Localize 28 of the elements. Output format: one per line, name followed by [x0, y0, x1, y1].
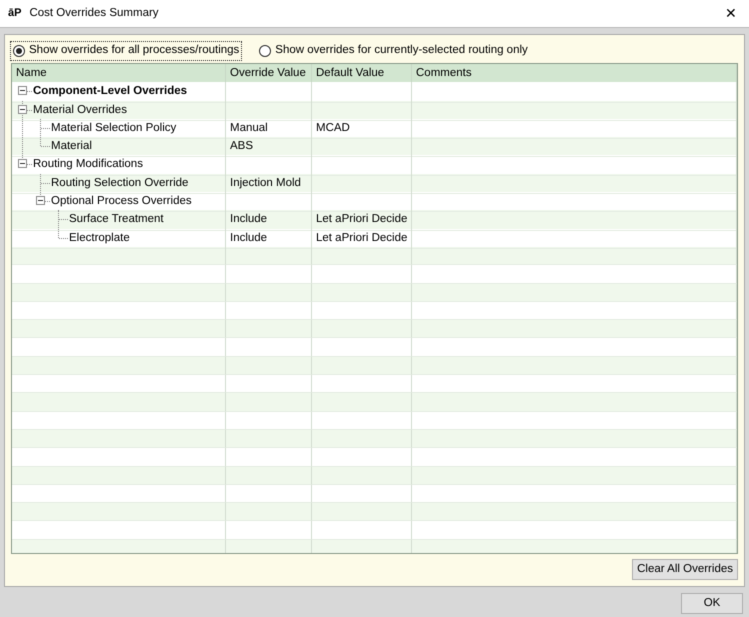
- node-label: Component-Level Overrides: [32, 84, 188, 100]
- radio-option[interactable]: Show overrides for all processes/routings: [11, 42, 242, 60]
- column-header: Comments: [412, 64, 737, 84]
- node-label: Optional Process Overrides: [50, 194, 193, 210]
- node-label: Material: [50, 139, 93, 154]
- table-cell: ABS: [226, 137, 312, 158]
- node-label: Electroplate: [68, 230, 131, 246]
- expander-icon[interactable]: [36, 196, 45, 206]
- node-label: Routing Selection Override: [50, 176, 190, 191]
- column-header: Default Value: [312, 64, 412, 84]
- column-header: Name: [12, 64, 226, 84]
- expander-icon[interactable]: [18, 104, 27, 114]
- close-button[interactable]: ✕: [721, 3, 741, 24]
- node-label: Routing Modifications: [32, 157, 144, 172]
- radio-option[interactable]: Show overrides for currently-selected routing only: [257, 42, 530, 60]
- ok-button[interactable]: OK: [681, 593, 743, 614]
- window-title: Cost Overrides Summary: [29, 6, 159, 21]
- node-label: Material Selection Policy: [50, 120, 178, 136]
- table-cell: Include: [226, 210, 312, 231]
- table-cell: Let aPriori Decide: [312, 210, 412, 231]
- table-cell: Injection Mold: [226, 174, 312, 194]
- node-label: Surface Treatment: [68, 212, 165, 228]
- app-logo: āP: [8, 6, 22, 22]
- expander-icon[interactable]: [18, 159, 27, 168]
- column-header: Override Value: [226, 64, 312, 84]
- expander-icon[interactable]: [18, 86, 27, 96]
- node-label: Material Overrides: [32, 102, 128, 118]
- clear-overrides-button[interactable]: Clear All Overrides: [632, 558, 738, 580]
